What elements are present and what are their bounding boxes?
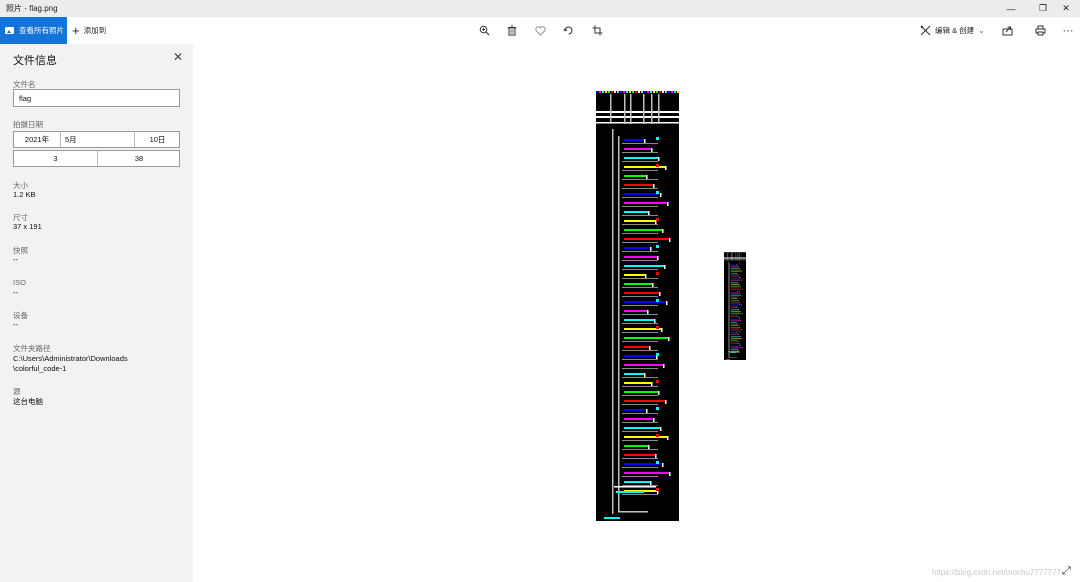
edit-create-menu[interactable]: 编辑 & 创建 ⌄	[920, 17, 985, 44]
view-all-photos-label: 查看所有照片	[19, 26, 64, 35]
plus-icon: +	[72, 23, 80, 38]
iso-value: --	[13, 288, 18, 297]
crop-icon[interactable]	[586, 17, 608, 44]
panel-title: 文件信息	[13, 55, 57, 67]
iso-label: ISO	[13, 278, 26, 287]
time-hour[interactable]: 3	[14, 151, 97, 166]
edit-create-icon	[920, 25, 931, 36]
dimensions-value: 37 x 191	[13, 222, 42, 231]
view-all-photos-button[interactable]: 查看所有照片	[0, 17, 67, 44]
flag-image-graphic	[596, 91, 679, 519]
share-icon[interactable]	[996, 17, 1018, 44]
time-picker[interactable]: 3 38	[13, 150, 180, 167]
date-year[interactable]: 2021年	[14, 132, 60, 147]
date-picker[interactable]: 2021年 5月 10日	[13, 131, 180, 148]
close-window-button[interactable]: ✕	[1052, 0, 1080, 17]
flag-image-thumbnail	[724, 252, 746, 360]
flag-thumbnail-graphic	[724, 252, 746, 360]
flag-image-large	[596, 91, 679, 521]
filename-value: flag	[19, 93, 32, 103]
close-icon[interactable]: ✕	[173, 50, 183, 64]
rotate-icon[interactable]	[557, 17, 579, 44]
add-to-button[interactable]: + 添加到	[72, 17, 106, 44]
photo-icon	[5, 27, 14, 34]
print-icon[interactable]	[1029, 17, 1051, 44]
add-to-label: 添加到	[83, 26, 107, 35]
toolbar: 查看所有照片 + 添加到 编辑 & 创建 ⌄ ···	[0, 17, 1080, 44]
shutter-value: --	[13, 255, 18, 264]
date-day[interactable]: 10日	[134, 132, 180, 147]
device-value: --	[13, 320, 18, 329]
source-value: 这台电脑	[13, 397, 43, 406]
minimize-button[interactable]: —	[997, 0, 1025, 17]
folder-path-line-2: \colorful_code-1	[13, 364, 67, 373]
more-icon[interactable]: ···	[1057, 17, 1079, 44]
folder-path-line-1: C:\Users\Administrator\Downloads	[13, 354, 128, 363]
expand-icon[interactable]: ⤢	[1062, 565, 1071, 578]
window-title: 照片 - flag.png	[6, 4, 58, 13]
source-label: 源	[13, 387, 21, 396]
watermark: https://blog.csdn.net/mochu7777777	[932, 568, 1061, 577]
favorite-heart-icon[interactable]	[529, 17, 551, 44]
time-minute[interactable]: 38	[97, 151, 180, 166]
size-value: 1.2 KB	[13, 190, 36, 199]
file-info-panel: 文件信息 ✕ 文件名 flag 拍摄日期 2021年 5月 10日 3 38 大…	[0, 44, 193, 582]
filename-field[interactable]: flag	[13, 89, 180, 107]
folder-path-label: 文件夹路径	[13, 344, 51, 353]
zoom-icon[interactable]	[473, 17, 495, 44]
date-label: 拍摄日期	[13, 120, 43, 129]
date-month[interactable]: 5月	[60, 132, 134, 147]
edit-create-label: 编辑 & 创建	[935, 26, 975, 35]
chevron-down-icon: ⌄	[978, 26, 985, 35]
title-bar: 照片 - flag.png — ❐ ✕	[0, 0, 1080, 17]
delete-icon[interactable]	[501, 17, 523, 44]
